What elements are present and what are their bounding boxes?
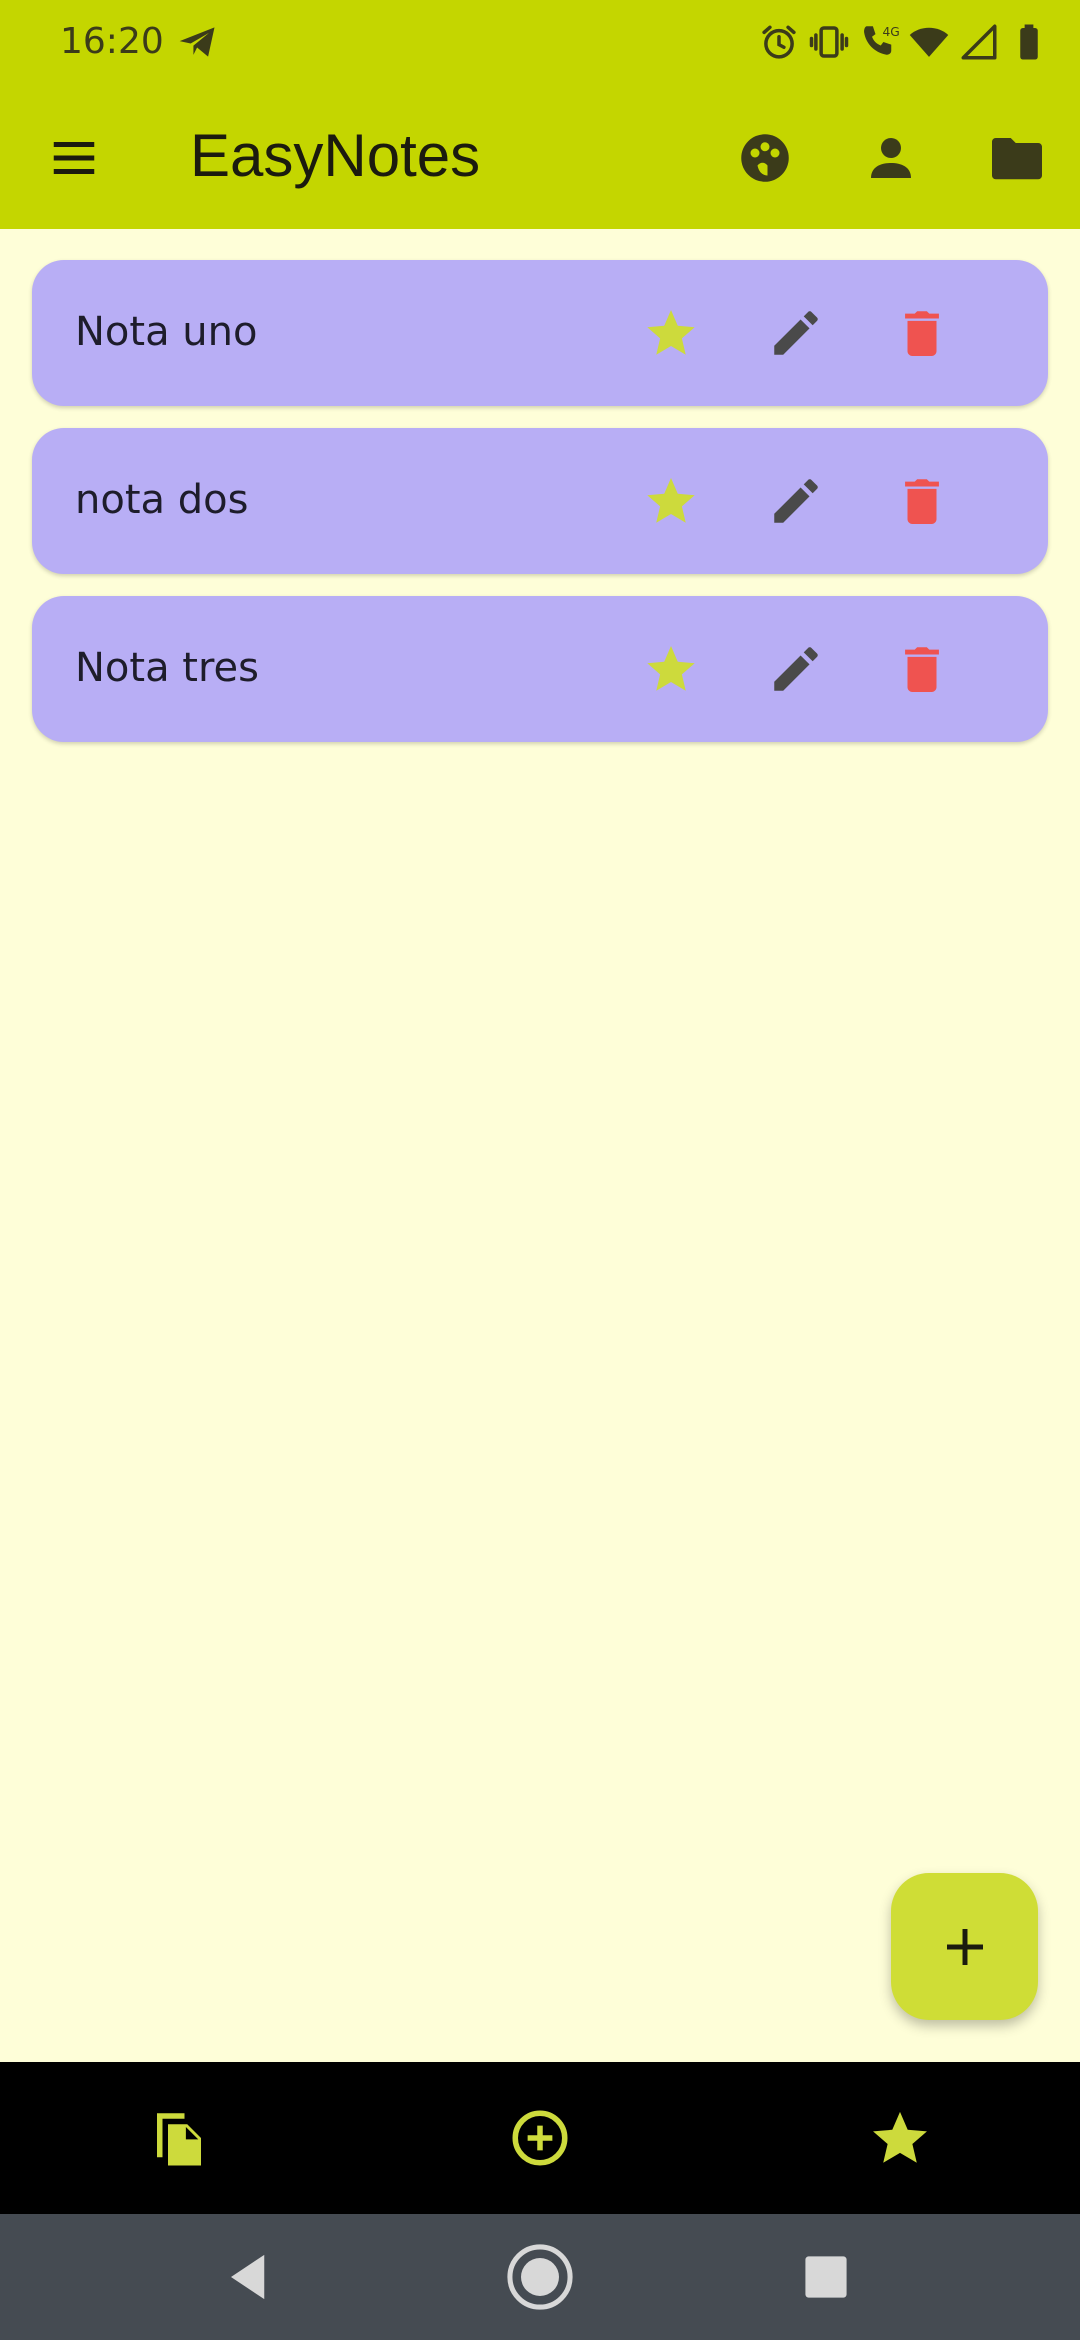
delete-icon [905,647,939,692]
profile-button[interactable] [855,122,927,194]
favorite-button[interactable] [635,465,707,537]
note-title: Nota uno [75,309,258,355]
favorite-button[interactable] [635,297,707,369]
star-icon [873,2111,927,2163]
edit-icon [774,479,818,523]
bottom-nav-notes[interactable] [131,2090,227,2186]
theme-button[interactable] [729,122,801,194]
status-bar: 16:20 4G [0,0,1080,84]
volte-4g-call-icon: 4G [864,25,900,55]
telegram-icon [179,27,215,57]
add-note-fab[interactable] [891,1873,1038,2020]
bottom-nav-add[interactable] [492,2090,588,2186]
edit-button[interactable] [760,633,832,705]
status-icons: 4G [758,18,1050,66]
edit-button[interactable] [760,297,832,369]
note-title: nota dos [75,477,249,523]
delete-button[interactable] [886,297,958,369]
edit-icon [774,311,818,355]
menu-button[interactable] [38,122,110,194]
palette-icon [741,134,789,182]
star-icon [647,646,695,691]
notes-list: Nota uno nota dos Nota tres [32,260,1048,764]
recents-icon [805,2256,847,2298]
vibrate-icon [809,26,849,58]
cell-signal-icon [961,24,997,60]
home-icon [507,2244,573,2310]
delete-button[interactable] [886,633,958,705]
back-icon [231,2254,265,2300]
delete-button[interactable] [886,465,958,537]
folder-icon [992,138,1042,180]
edit-button[interactable] [760,465,832,537]
battery-icon [1020,24,1038,60]
star-icon [647,310,695,355]
delete-icon [905,311,939,356]
alarm-icon [762,25,796,59]
system-nav [0,2214,1080,2340]
note-card[interactable]: nota dos [32,428,1048,574]
recents-button[interactable] [783,2234,869,2320]
wifi-icon [909,27,949,57]
edit-icon [774,647,818,691]
network-label: 4G [883,25,900,39]
plus-icon [946,1928,983,1965]
note-title: Nota tres [75,645,260,691]
note-card[interactable]: Nota tres [32,596,1048,742]
favorite-button[interactable] [635,633,707,705]
home-button[interactable] [497,2234,583,2320]
star-icon [647,478,695,523]
app-title: EasyNotes [190,122,481,189]
status-time: 16:20 [60,21,164,62]
person-icon [871,138,911,178]
bottom-nav [0,2062,1080,2214]
bottom-nav-favorites[interactable] [852,2090,948,2186]
menu-icon [53,142,95,174]
app-bar: EasyNotes [0,84,1080,229]
add-circle-icon [512,2110,568,2166]
delete-icon [905,479,939,524]
folder-button[interactable] [981,122,1053,194]
note-card[interactable]: Nota uno [32,260,1048,406]
notes-icon [157,2113,201,2166]
back-button[interactable] [207,2234,293,2320]
